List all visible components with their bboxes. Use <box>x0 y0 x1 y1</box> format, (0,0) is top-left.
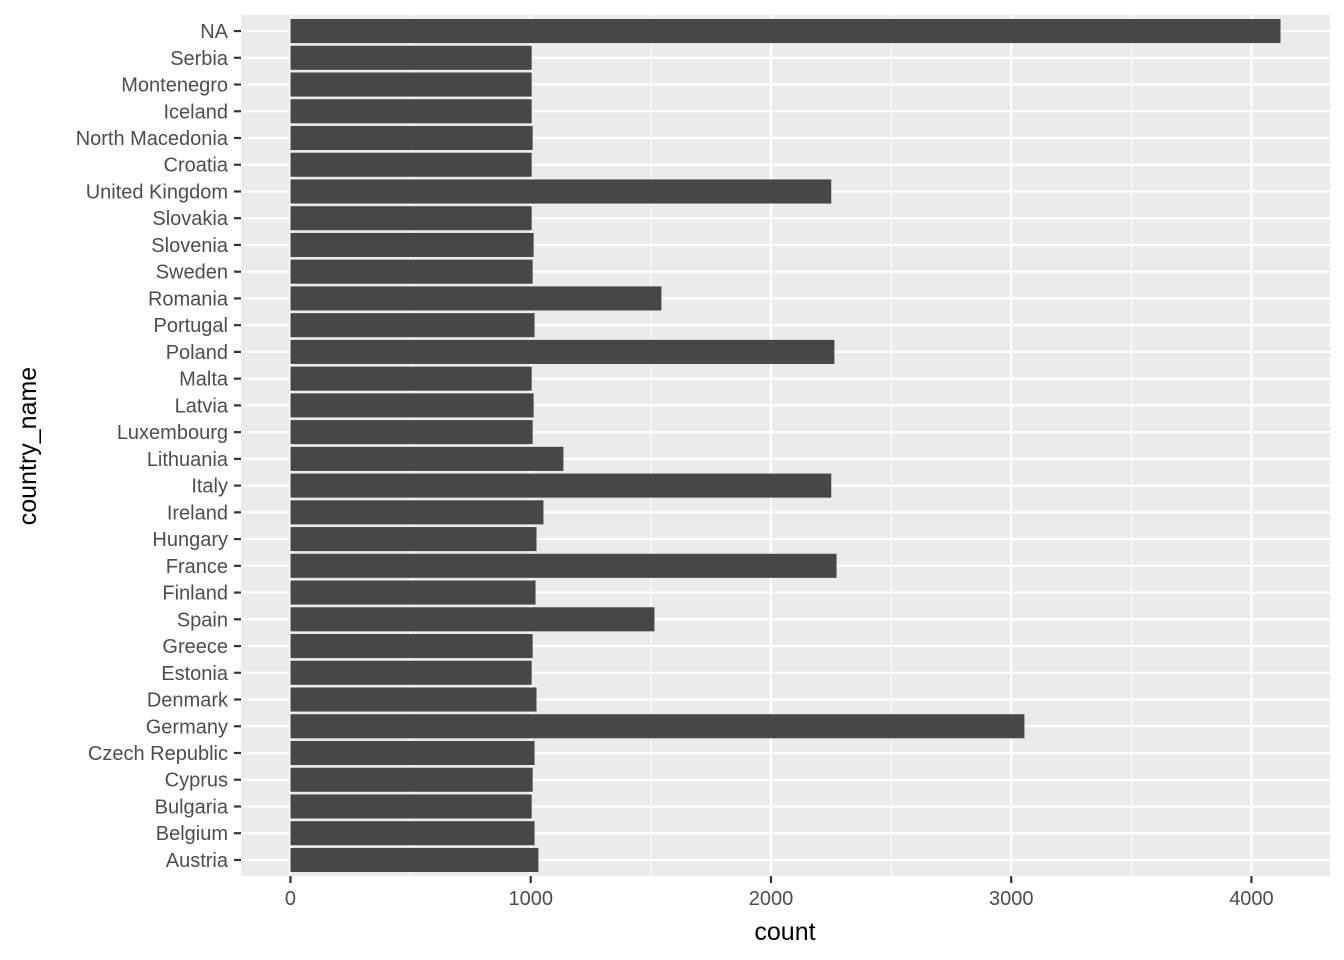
bar-poland <box>290 339 835 364</box>
x-tick-label: 4000 <box>1229 888 1274 910</box>
bar-estonia <box>290 660 532 685</box>
bar-lithuania <box>290 446 564 471</box>
bar-france <box>290 553 837 578</box>
y-tick-label: Ireland <box>167 502 228 524</box>
bar-finland <box>290 580 536 605</box>
bar-belgium <box>290 821 535 846</box>
bar-na <box>290 19 1281 44</box>
y-tick-label: Lithuania <box>147 449 229 471</box>
y-tick-label: Denmark <box>147 690 229 712</box>
bar-italy <box>290 473 832 498</box>
bar-slovakia <box>290 206 532 231</box>
y-tick-label: Cyprus <box>165 770 228 792</box>
y-tick-label: Croatia <box>164 155 229 177</box>
y-tick-label: Slovakia <box>152 208 228 230</box>
bar-romania <box>290 286 662 311</box>
y-tick-label: Luxembourg <box>117 422 228 444</box>
x-tick-label: 2000 <box>749 888 794 910</box>
y-tick-label: Estonia <box>161 663 229 685</box>
bar-luxembourg <box>290 420 533 445</box>
y-tick-label: Poland <box>166 342 228 364</box>
y-tick-label: Italy <box>191 476 228 498</box>
y-tick-label: Finland <box>162 583 228 605</box>
bar-sweden <box>290 259 533 284</box>
y-tick-label: Austria <box>166 850 229 872</box>
y-tick-label: Iceland <box>164 101 229 123</box>
y-tick-label: Czech Republic <box>88 743 228 765</box>
bar-chart: NA Serbia Montenegro Iceland North Macedonia… <box>14 15 1330 946</box>
y-tick-label: Montenegro <box>121 75 228 97</box>
bar-bulgaria <box>290 794 532 819</box>
y-tick-label: Germany <box>146 716 228 738</box>
y-tick-label: Greece <box>162 636 228 658</box>
y-axis: NA Serbia Montenegro Iceland North Macedonia… <box>76 21 241 872</box>
bar-croatia <box>290 152 532 177</box>
bar-ireland <box>290 500 544 525</box>
y-tick-label: Sweden <box>156 262 228 284</box>
bar-cyprus <box>290 767 533 792</box>
y-tick-label: Latvia <box>175 395 229 417</box>
bar-malta <box>290 366 532 391</box>
y-tick-label: Serbia <box>170 48 229 70</box>
y-axis-title: country_name <box>14 367 42 525</box>
y-tick-label: NA <box>200 21 228 43</box>
y-tick-label: Bulgaria <box>155 796 229 818</box>
bar-united-kingdom <box>290 179 832 204</box>
y-tick-label: North Macedonia <box>76 128 229 150</box>
bar-denmark <box>290 687 537 712</box>
bar-spain <box>290 607 655 632</box>
bar-hungary <box>290 527 537 552</box>
bar-montenegro <box>290 72 532 97</box>
y-tick-label: United Kingdom <box>86 181 228 203</box>
bar-austria <box>290 847 539 872</box>
x-axis-title: count <box>754 918 815 946</box>
bar-serbia <box>290 45 532 70</box>
bar-slovenia <box>290 232 534 257</box>
bar-greece <box>290 634 533 659</box>
y-tick-label: Malta <box>179 369 229 391</box>
y-tick-label: Slovenia <box>151 235 229 257</box>
y-tick-label: Portugal <box>154 315 229 337</box>
bar-latvia <box>290 393 534 418</box>
y-tick-label: Spain <box>177 609 228 631</box>
bar-czech-republic <box>290 740 535 766</box>
y-tick-label: Hungary <box>152 529 228 551</box>
bar-portugal <box>290 313 535 338</box>
y-tick-label: France <box>166 556 228 578</box>
bar-germany <box>290 714 1025 739</box>
y-tick-label: Romania <box>148 288 229 310</box>
x-tick-label: 1000 <box>508 888 553 910</box>
bar-iceland <box>290 99 532 124</box>
y-tick-label: Belgium <box>156 823 228 845</box>
x-axis: 0 1000 2000 3000 4000 <box>285 876 1274 910</box>
x-tick-label: 0 <box>285 888 296 910</box>
x-tick-label: 3000 <box>989 888 1034 910</box>
bar-north-macedonia <box>290 125 533 151</box>
